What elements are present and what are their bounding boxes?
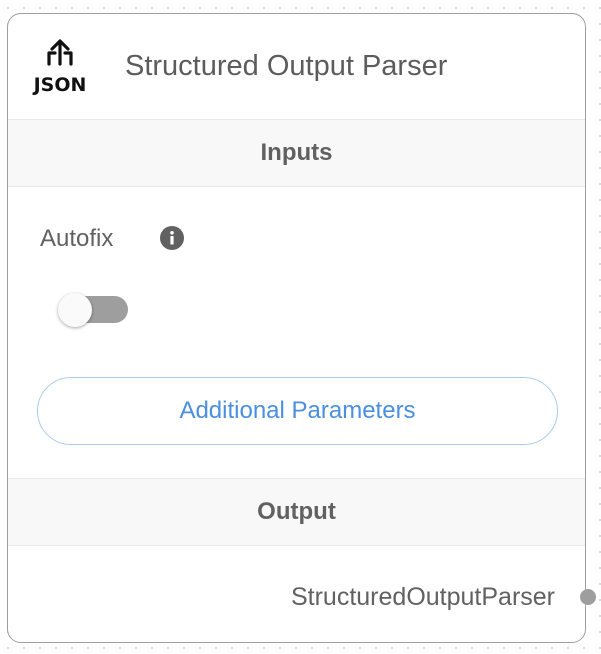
json-upload-icon: JSON bbox=[32, 39, 87, 96]
additional-parameters-button[interactable]: Additional Parameters bbox=[37, 377, 558, 445]
output-connection-handle[interactable] bbox=[580, 589, 596, 605]
inputs-section-header: Inputs bbox=[8, 119, 585, 187]
json-icon-text: JSON bbox=[32, 74, 87, 96]
structured-output-parser-node[interactable]: JSON Structured Output Parser Inputs Aut… bbox=[7, 13, 596, 643]
output-section-header: Output bbox=[8, 478, 585, 546]
node-title: Structured Output Parser bbox=[125, 50, 448, 82]
info-icon[interactable] bbox=[160, 226, 184, 250]
autofix-toggle[interactable] bbox=[58, 293, 130, 327]
toggle-thumb bbox=[58, 293, 92, 327]
autofix-label: Autofix bbox=[40, 225, 114, 252]
node-header: JSON Structured Output Parser bbox=[8, 14, 585, 119]
output-label: StructuredOutputParser bbox=[290, 583, 555, 611]
